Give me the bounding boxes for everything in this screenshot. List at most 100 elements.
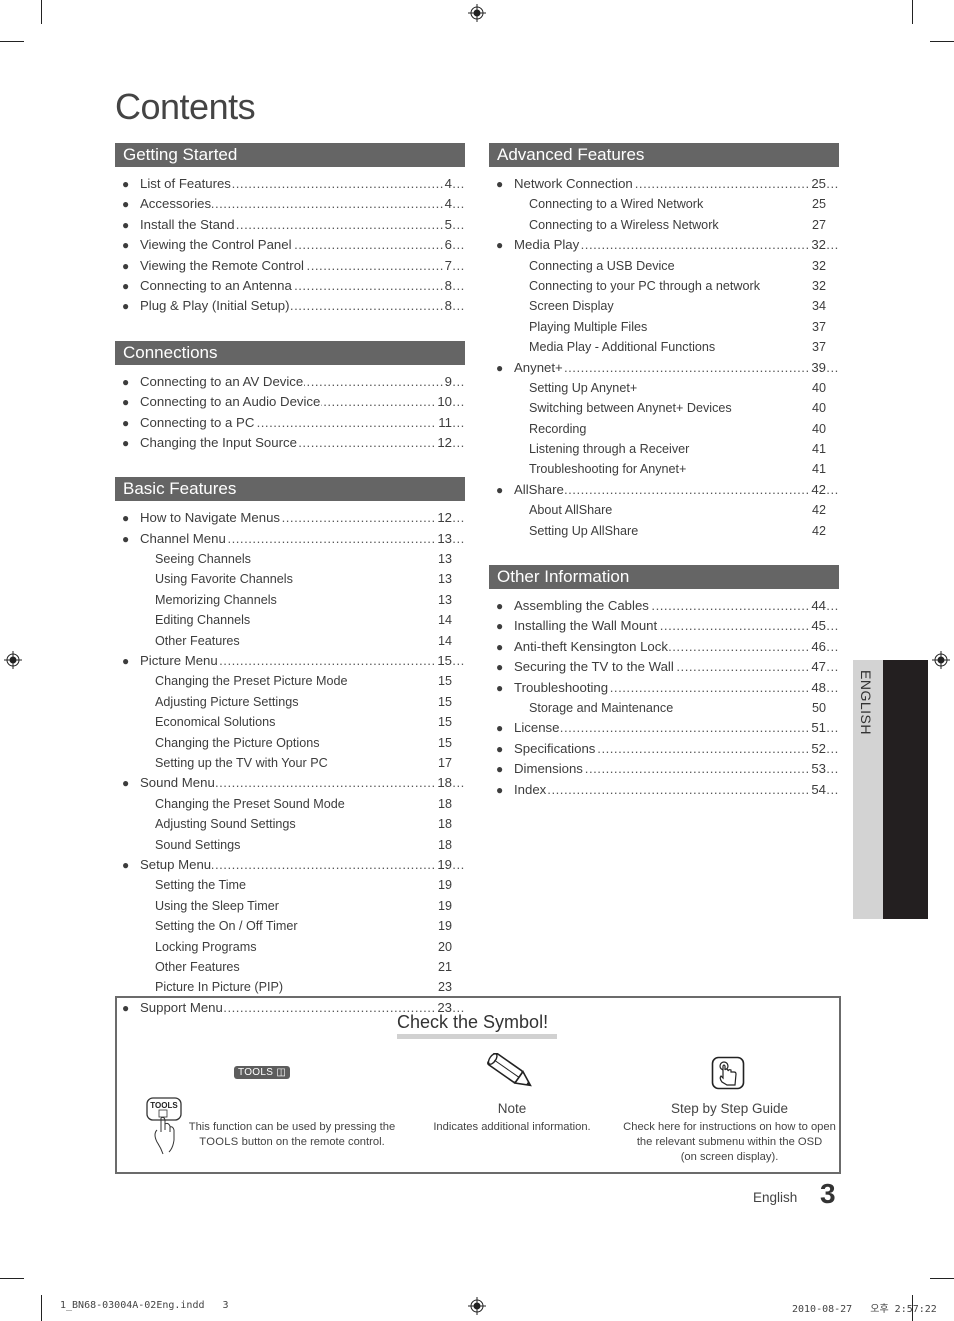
registration-mark-icon bbox=[468, 1297, 486, 1315]
entry-page-number: 19 bbox=[435, 895, 452, 916]
toc-subentry[interactable]: Setting Up Anynet+ 40 bbox=[489, 377, 839, 398]
entry-page-number: 40 bbox=[809, 377, 826, 398]
entry-label-wrap: Connecting to an Audio Device bbox=[140, 392, 465, 412]
toc-subentry[interactable]: Connecting to a Wireless Network 27 bbox=[489, 214, 839, 235]
toc-entry[interactable]: ● AllShare 42 bbox=[489, 479, 839, 500]
toc-subentry[interactable]: Using Favorite Channels 13 bbox=[115, 569, 465, 590]
toc-entry[interactable]: ● Index 54 bbox=[489, 779, 839, 800]
toc-entry[interactable]: ● Connecting to an Antenna 8 bbox=[115, 275, 465, 296]
entry-page-number: 13 bbox=[435, 569, 452, 590]
entry-page-number: 54 bbox=[809, 779, 826, 800]
toc-entry[interactable]: ● Connecting to an Audio Device 10 bbox=[115, 392, 465, 413]
crop-mark bbox=[41, 0, 42, 24]
toc-entry[interactable]: ● Media Play 32 bbox=[489, 235, 839, 256]
toc-entry[interactable]: ● Channel Menu 13 bbox=[115, 528, 465, 549]
entry-label-wrap: Accessories bbox=[140, 194, 465, 214]
toc-subentry[interactable]: Other Features 21 bbox=[115, 956, 465, 977]
entry-page-number: 5 bbox=[442, 214, 452, 235]
toc-subentry[interactable]: Setting the On / Off Timer 19 bbox=[115, 916, 465, 937]
entry-label-wrap: Switching between Anynet+ Devices bbox=[529, 398, 839, 418]
toc-subentry[interactable]: About AllShare 42 bbox=[489, 500, 839, 521]
entry-label: Changing the Input Source bbox=[140, 434, 298, 450]
step-guide-heading: Step by Step Guide bbox=[670, 1101, 789, 1116]
toc-subentry[interactable]: Media Play - Additional Functions 37 bbox=[489, 337, 839, 358]
toc-entry[interactable]: ● Dimensions 53 bbox=[489, 759, 839, 780]
entry-page-number: 20 bbox=[435, 936, 452, 957]
toc-subentry[interactable]: Economical Solutions 15 bbox=[115, 712, 465, 733]
toc-entry[interactable]: ● List of Features 4 bbox=[115, 174, 465, 194]
toc-subentry[interactable]: Troubleshooting for Anynet+ 41 bbox=[489, 459, 839, 480]
toc-entry[interactable]: ● Specifications 52 bbox=[489, 738, 839, 759]
bullet-icon: ● bbox=[496, 619, 504, 634]
entry-label-wrap: Dimensions bbox=[514, 759, 839, 779]
toc-subentry[interactable]: Connecting to your PC through a network 3… bbox=[489, 275, 839, 296]
entry-page-number: 52 bbox=[809, 738, 826, 759]
toc-subentry[interactable]: Setting the Time 19 bbox=[115, 875, 465, 896]
toc-subentry[interactable]: Using the Sleep Timer 19 bbox=[115, 895, 465, 916]
toc-subentry[interactable]: Recording 40 bbox=[489, 418, 839, 439]
entry-label: Picture In Picture (PIP) bbox=[155, 980, 285, 995]
toc-subentry[interactable]: Listening through a Receiver 41 bbox=[489, 439, 839, 460]
toc-entry[interactable]: ● Securing the TV to the Wall 47 bbox=[489, 657, 839, 678]
entry-label: Setup Menu bbox=[140, 856, 213, 872]
bullet-icon: ● bbox=[122, 435, 130, 450]
toc-subentry[interactable]: Other Features 14 bbox=[115, 630, 465, 651]
entry-label: Using Favorite Channels bbox=[155, 572, 294, 587]
entry-page-number: 9 bbox=[442, 371, 452, 392]
toc-subentry[interactable]: Locking Programs 20 bbox=[115, 936, 465, 957]
toc-entry[interactable]: ● Network Connection 25 bbox=[489, 174, 839, 194]
toc-entry[interactable]: ● License 51 bbox=[489, 718, 839, 739]
bullet-icon: ● bbox=[122, 531, 130, 546]
entry-label: Memorizing Channels bbox=[155, 592, 278, 607]
entry-page-number: 32 bbox=[809, 235, 826, 256]
toc-subentry[interactable]: Changing the Picture Options 15 bbox=[115, 732, 465, 753]
toc-subentry[interactable]: Changing the Preset Sound Mode 18 bbox=[115, 793, 465, 814]
bullet-icon: ● bbox=[496, 782, 504, 797]
toc-entry[interactable]: ● Viewing the Control Panel 6 bbox=[115, 235, 465, 256]
toc-entry[interactable]: ● Connecting to an AV Device 9 bbox=[115, 371, 465, 392]
entry-label-wrap: Editing Channels bbox=[155, 610, 465, 630]
toc-entry[interactable]: ● Anynet+ 39 bbox=[489, 357, 839, 378]
toc-entry[interactable]: ● Changing the Input Source 12 bbox=[115, 432, 465, 453]
toc-subentry[interactable]: Picture In Picture (PIP) 23 bbox=[115, 977, 465, 998]
toc-entry[interactable]: ● Installing the Wall Mount 45 bbox=[489, 616, 839, 637]
toc-entry[interactable]: ● Connecting to a PC 11 bbox=[115, 412, 465, 433]
toc-subentry[interactable]: Memorizing Channels 13 bbox=[115, 589, 465, 610]
toc-entry[interactable]: ● Anti-theft Kensington Lock 46 bbox=[489, 636, 839, 657]
toc-entry[interactable]: ● Setup Menu 19 bbox=[115, 854, 465, 875]
toc-subentry[interactable]: Switching between Anynet+ Devices 40 bbox=[489, 398, 839, 419]
toc-subentry[interactable]: Connecting to a Wired Network 25 bbox=[489, 194, 839, 215]
entry-label: Index bbox=[514, 781, 548, 797]
toc-subentry[interactable]: Editing Channels 14 bbox=[115, 610, 465, 631]
entry-page-number: 37 bbox=[809, 337, 826, 358]
toc-entry[interactable]: ● Troubleshooting 48 bbox=[489, 677, 839, 698]
entry-label: Changing the Preset Picture Mode bbox=[155, 674, 349, 689]
entry-page-number: 34 bbox=[809, 296, 826, 317]
toc-entry[interactable]: ● Sound Menu 18 bbox=[115, 773, 465, 794]
entry-label-wrap: Setting the Time bbox=[155, 875, 465, 895]
toc-entry[interactable]: ● Assembling the Cables 44 bbox=[489, 596, 839, 617]
entry-label: Connecting to a PC bbox=[140, 414, 256, 430]
toc-subentry[interactable]: Adjusting Picture Settings 15 bbox=[115, 691, 465, 712]
toc-subentry[interactable]: Playing Multiple Files 37 bbox=[489, 316, 839, 337]
toc-subentry[interactable]: Sound Settings 18 bbox=[115, 834, 465, 855]
toc-subentry[interactable]: Screen Display 34 bbox=[489, 296, 839, 317]
toc-section: Connections●Connecting to an AV Device9●… bbox=[115, 340, 465, 454]
toc-entry[interactable]: ● Plug & Play (Initial Setup) 8 bbox=[115, 296, 465, 317]
toc-subentry[interactable]: Changing the Preset Picture Mode 15 bbox=[115, 671, 465, 692]
entry-label: Locking Programs bbox=[155, 939, 258, 954]
entry-page-number: 42 bbox=[809, 520, 826, 541]
toc-subentry[interactable]: Seeing Channels 13 bbox=[115, 549, 465, 570]
toc-entry[interactable]: ● Accessories 4 bbox=[115, 194, 465, 215]
toc-entry[interactable]: ● Picture Menu 15 bbox=[115, 651, 465, 672]
toc-subentry[interactable]: Setting Up AllShare 42 bbox=[489, 520, 839, 541]
entry-page-number: 42 bbox=[809, 479, 826, 500]
toc-subentry[interactable]: Connecting a USB Device 32 bbox=[489, 255, 839, 276]
toc-entry[interactable]: ● Install the Stand 5 bbox=[115, 214, 465, 235]
toc-entry[interactable]: ● Viewing the Remote Control 7 bbox=[115, 255, 465, 276]
toc-subentry[interactable]: Storage and Maintenance 50 bbox=[489, 697, 839, 718]
entry-page-number: 18 bbox=[435, 834, 452, 855]
toc-subentry[interactable]: Setting up the TV with Your PC 17 bbox=[115, 752, 465, 773]
toc-entry[interactable]: ● How to Navigate Menus 12 bbox=[115, 508, 465, 529]
toc-subentry[interactable]: Adjusting Sound Settings 18 bbox=[115, 814, 465, 835]
